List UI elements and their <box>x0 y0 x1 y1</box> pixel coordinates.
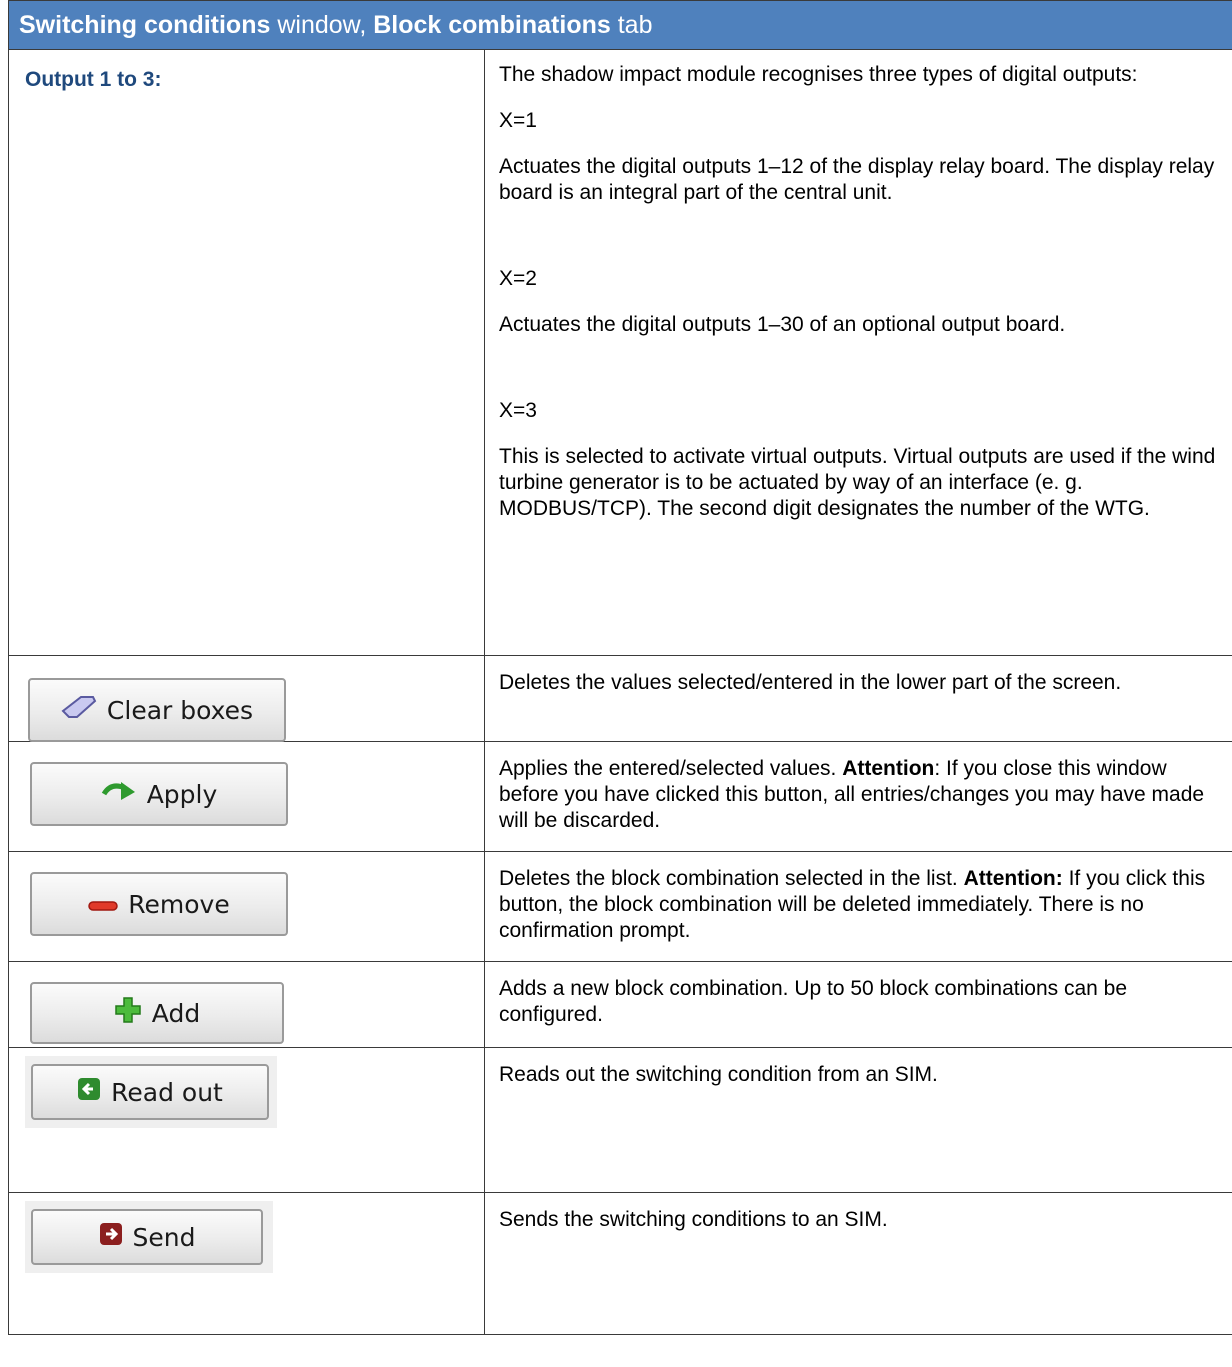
output-label-cell: Output 1 to 3: <box>8 49 485 656</box>
readout-desc-cell: Reads out the switching condition from a… <box>483 1047 1232 1193</box>
green-arrow-icon <box>101 778 137 810</box>
clear-boxes-desc-cell: Deletes the values selected/entered in t… <box>483 655 1232 742</box>
clear-boxes-text: Deletes the values selected/entered in t… <box>499 671 1122 694</box>
block-combinations-table: Switching conditions window, Block combi… <box>7 0 1232 1335</box>
header-window-name: Switching conditions <box>19 11 271 39</box>
readout-row: Read out Reads out the switching conditi… <box>8 1047 1232 1193</box>
remove-row: Remove Deletes the block combination sel… <box>8 851 1232 962</box>
x3-label: X=3 <box>499 399 537 422</box>
x3-text: This is selected to activate virtual out… <box>499 445 1216 520</box>
clear-boxes-row: Clear boxes Deletes the values selected/… <box>8 655 1232 742</box>
add-button[interactable]: Add <box>30 982 284 1044</box>
readout-button[interactable]: Read out <box>31 1064 269 1120</box>
clear-boxes-button[interactable]: Clear boxes <box>28 678 286 742</box>
eraser-icon <box>61 695 97 725</box>
apply-text: Applies the entered/selected values. Att… <box>499 757 1205 832</box>
table-header: Switching conditions window, Block combi… <box>7 0 1232 50</box>
header-text-tab: tab <box>610 11 653 39</box>
remove-label: Remove <box>128 889 230 919</box>
red-minus-icon <box>88 890 119 919</box>
add-row: Add Adds a new block combination. Up to … <box>8 961 1232 1048</box>
add-desc-cell: Adds a new block combination. Up to 50 b… <box>483 961 1232 1048</box>
apply-cell: Apply <box>8 741 485 852</box>
send-text: Sends the switching conditions to an SIM… <box>499 1208 888 1231</box>
header-tab-name: Block combinations <box>373 11 611 39</box>
x1-text: Actuates the digital outputs 1–12 of the… <box>499 155 1215 204</box>
output-desc-cell: The shadow impact module recognises thre… <box>483 49 1232 656</box>
add-text: Adds a new block combination. Up to 50 b… <box>499 977 1128 1026</box>
clear-boxes-cell: Clear boxes <box>8 655 485 742</box>
apply-desc-cell: Applies the entered/selected values. Att… <box>483 741 1232 852</box>
apply-button[interactable]: Apply <box>30 762 288 826</box>
send-label: Send <box>132 1222 196 1252</box>
apply-label: Apply <box>146 779 218 809</box>
remove-desc-cell: Deletes the block combination selected i… <box>483 851 1232 962</box>
send-desc-cell: Sends the switching conditions to an SIM… <box>483 1192 1232 1335</box>
add-label: Add <box>151 998 201 1028</box>
output-row: Output 1 to 3: The shadow impact module … <box>8 49 1232 656</box>
remove-cell: Remove <box>8 851 485 962</box>
send-row: Send Sends the switching conditions to a… <box>8 1192 1232 1335</box>
remove-button[interactable]: Remove <box>30 872 288 936</box>
readout-label: Read out <box>111 1077 223 1107</box>
green-plus-icon <box>114 996 142 1030</box>
apply-row: Apply Applies the entered/selected value… <box>8 741 1232 852</box>
red-forward-arrow-icon <box>99 1222 123 1252</box>
x1-label: X=1 <box>499 109 537 132</box>
header-text: window, <box>270 11 374 39</box>
x2-text: Actuates the digital outputs 1–30 of an … <box>499 313 1066 336</box>
documentation-table-wrapper: Switching conditions window, Block combi… <box>7 0 1232 1335</box>
remove-text: Deletes the block combination selected i… <box>499 867 1206 942</box>
send-button[interactable]: Send <box>31 1209 263 1265</box>
x2-label: X=2 <box>499 267 537 290</box>
clear-boxes-label: Clear boxes <box>106 695 254 725</box>
green-back-arrow-icon <box>77 1077 101 1107</box>
readout-cell: Read out <box>8 1047 485 1193</box>
readout-text: Reads out the switching condition from a… <box>499 1063 938 1086</box>
add-cell: Add <box>8 961 485 1048</box>
output-intro: The shadow impact module recognises thre… <box>499 63 1138 86</box>
send-cell: Send <box>8 1192 485 1335</box>
output-label: Output 1 to 3: <box>25 68 162 91</box>
